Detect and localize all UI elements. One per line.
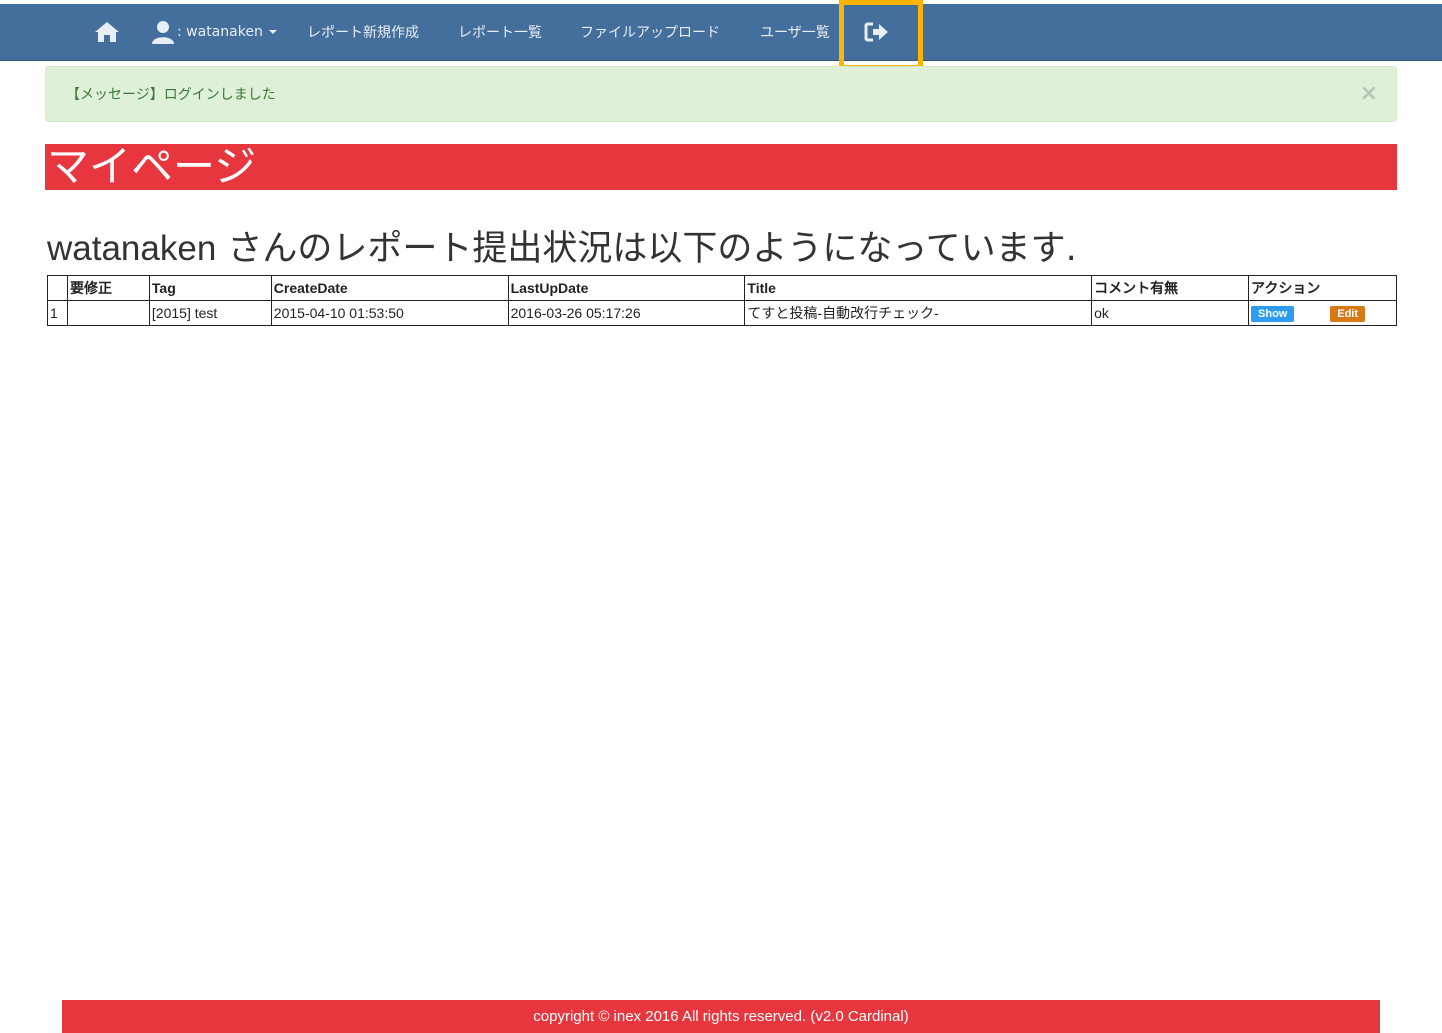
- header-needs-fix: 要修正: [66, 275, 150, 301]
- close-icon[interactable]: ×: [1360, 83, 1378, 105]
- edit-button[interactable]: Edit: [1330, 306, 1366, 322]
- top-navbar: : watanaken レポート新規作成 レポート一覧 ファイルアップロード ユ…: [0, 4, 1442, 61]
- user-icon: [152, 21, 174, 44]
- header-title: Title: [744, 275, 1093, 301]
- nav-user-list-label: ユーザ一覧: [760, 25, 830, 41]
- report-table: 要修正 Tag CreateDate LastUpDate Title コメント…: [47, 275, 1397, 326]
- header-last-update: LastUpDate: [507, 275, 746, 301]
- nav-file-upload[interactable]: ファイルアップロード: [580, 4, 720, 60]
- page: : watanaken レポート新規作成 レポート一覧 ファイルアップロード ユ…: [0, 0, 1442, 1033]
- header-create-date: CreateDate: [270, 275, 509, 301]
- table-header-row: 要修正 Tag CreateDate LastUpDate Title コメント…: [47, 275, 1397, 301]
- nav-report-list-label: レポート一覧: [458, 25, 542, 41]
- logout-button[interactable]: [864, 4, 890, 60]
- user-menu-dropdown[interactable]: : watanaken: [152, 4, 277, 60]
- footer-copyright: copyright © inex 2016 All rights reserve…: [533, 1008, 909, 1025]
- home-icon: [95, 22, 119, 42]
- nav-user-list[interactable]: ユーザ一覧: [760, 4, 830, 60]
- nav-new-report[interactable]: レポート新規作成: [307, 4, 419, 60]
- page-title: マイページ: [45, 144, 1397, 190]
- logout-icon: [864, 22, 888, 42]
- cell-actions: Show Edit: [1248, 300, 1397, 326]
- nav-file-upload-label: ファイルアップロード: [580, 25, 720, 41]
- cell-needs-fix: [66, 300, 150, 326]
- home-link[interactable]: [94, 4, 120, 60]
- cell-last-update: 2016-03-26 05:17:26: [507, 300, 746, 326]
- username-label: : watanaken: [177, 24, 263, 40]
- table-row: 1 [2015] test 2015-04-10 01:53:50 2016-0…: [47, 300, 1397, 326]
- login-success-alert: 【メッセージ】ログインしました ×: [45, 66, 1397, 122]
- nav-report-list[interactable]: レポート一覧: [458, 4, 542, 60]
- cell-create-date: 2015-04-10 01:53:50: [270, 300, 509, 326]
- cell-no: 1: [47, 300, 68, 326]
- header-comment: コメント有無: [1091, 275, 1250, 301]
- cell-tag: [2015] test: [148, 300, 272, 326]
- header-action: アクション: [1248, 275, 1397, 301]
- footer: copyright © inex 2016 All rights reserve…: [62, 1000, 1380, 1033]
- header-tag: Tag: [148, 275, 272, 301]
- chevron-down-icon: [268, 30, 277, 34]
- header-no: [47, 275, 68, 301]
- show-button[interactable]: Show: [1251, 306, 1295, 322]
- cell-comment: ok: [1091, 300, 1250, 326]
- cell-title: てすと投稿-自動改行チェック-: [744, 300, 1093, 326]
- alert-message: 【メッセージ】ログインしました: [66, 87, 276, 103]
- nav-new-report-label: レポート新規作成: [307, 25, 419, 41]
- report-status-heading: watanaken さんのレポート提出状況は以下のようになっています.: [47, 220, 1077, 271]
- heading-username: watanaken: [47, 229, 217, 268]
- heading-text: さんのレポート提出状況は以下のようになっています.: [216, 229, 1077, 269]
